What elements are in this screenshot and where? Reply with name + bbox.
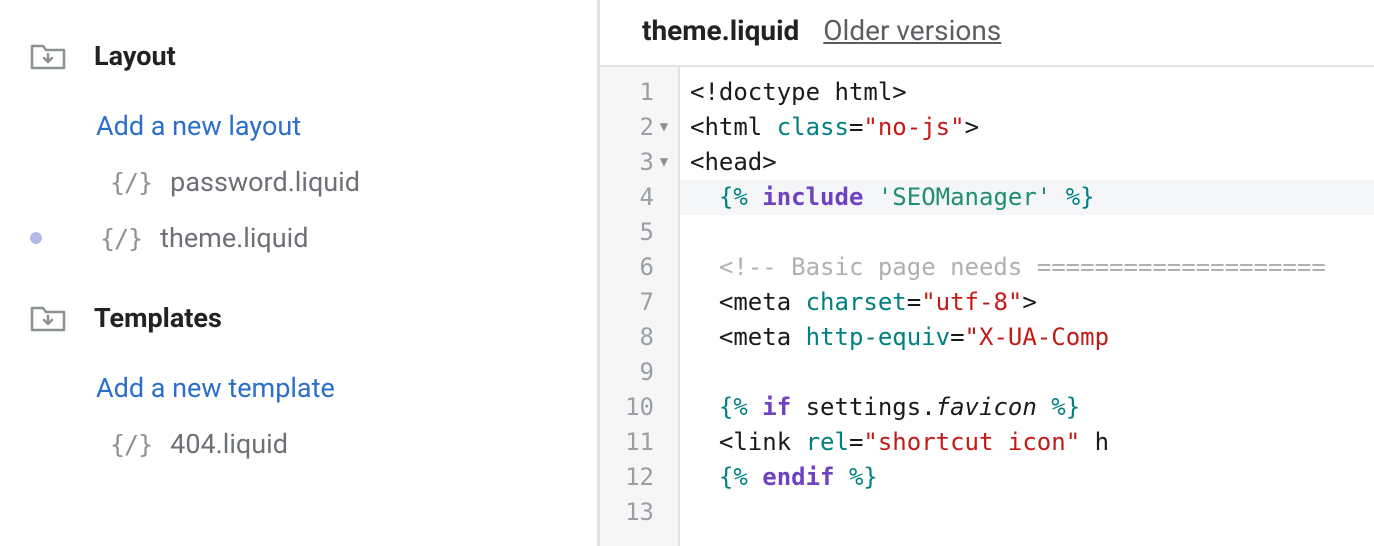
section-title: Layout xyxy=(94,40,176,72)
editor-filename: theme.liquid xyxy=(642,14,799,47)
fold-caret-icon[interactable]: ▼ xyxy=(656,145,672,180)
editor-header: theme.liquid Older versions xyxy=(600,0,1374,67)
file-sidebar: Layout Add a new layout {/} password.liq… xyxy=(0,0,600,546)
section-header-templates[interactable]: Templates xyxy=(28,302,577,334)
code-line xyxy=(680,495,1374,530)
code-line: <html class="no-js"> xyxy=(680,110,1374,145)
code-line: <!doctype html> xyxy=(680,75,1374,110)
fold-caret-icon[interactable]: ▼ xyxy=(656,110,672,145)
folder-icon xyxy=(30,40,66,72)
file-item-password[interactable]: {/} password.liquid xyxy=(28,154,577,210)
code-line: {% if settings.favicon %} xyxy=(680,390,1374,425)
code-line: <meta http-equiv="X-UA-Comp xyxy=(680,320,1374,355)
folder-icon xyxy=(30,302,66,334)
liquid-file-icon: {/} xyxy=(110,168,152,197)
code-line: {% include 'SEOManager' %} xyxy=(680,180,1374,215)
code-line xyxy=(680,355,1374,390)
code-line xyxy=(680,215,1374,250)
add-template-link[interactable]: Add a new template xyxy=(28,360,577,416)
liquid-file-icon: {/} xyxy=(110,430,152,459)
line-gutter: 1 2▼ 3▼ 4 5 6 7 8 9 10 11 12 13 xyxy=(600,67,680,546)
add-layout-link[interactable]: Add a new layout xyxy=(28,98,577,154)
code-content[interactable]: <!doctype html> <html class="no-js"> <he… xyxy=(680,67,1374,546)
file-item-404[interactable]: {/} 404.liquid xyxy=(28,416,577,472)
add-link-label: Add a new layout xyxy=(96,110,301,142)
code-line: <head> xyxy=(680,145,1374,180)
add-link-label: Add a new template xyxy=(96,372,335,404)
liquid-file-icon: {/} xyxy=(100,224,142,253)
code-area[interactable]: 1 2▼ 3▼ 4 5 6 7 8 9 10 11 12 13 <!doctyp… xyxy=(600,67,1374,546)
modified-dot-icon xyxy=(30,232,42,244)
file-name-label: 404.liquid xyxy=(170,428,288,460)
code-line: <!-- Basic page needs ==================… xyxy=(680,250,1374,285)
code-line: {% endif %} xyxy=(680,460,1374,495)
older-versions-link[interactable]: Older versions xyxy=(823,14,1001,47)
section-header-layout[interactable]: Layout xyxy=(28,40,577,72)
code-editor: theme.liquid Older versions 1 2▼ 3▼ 4 5 … xyxy=(600,0,1374,546)
code-line: <meta charset="utf-8"> xyxy=(680,285,1374,320)
file-name-label: theme.liquid xyxy=(160,222,308,254)
file-name-label: password.liquid xyxy=(170,166,360,198)
file-item-theme[interactable]: {/} theme.liquid xyxy=(28,210,577,266)
section-title: Templates xyxy=(94,302,222,334)
code-line: <link rel="shortcut icon" h xyxy=(680,425,1374,460)
